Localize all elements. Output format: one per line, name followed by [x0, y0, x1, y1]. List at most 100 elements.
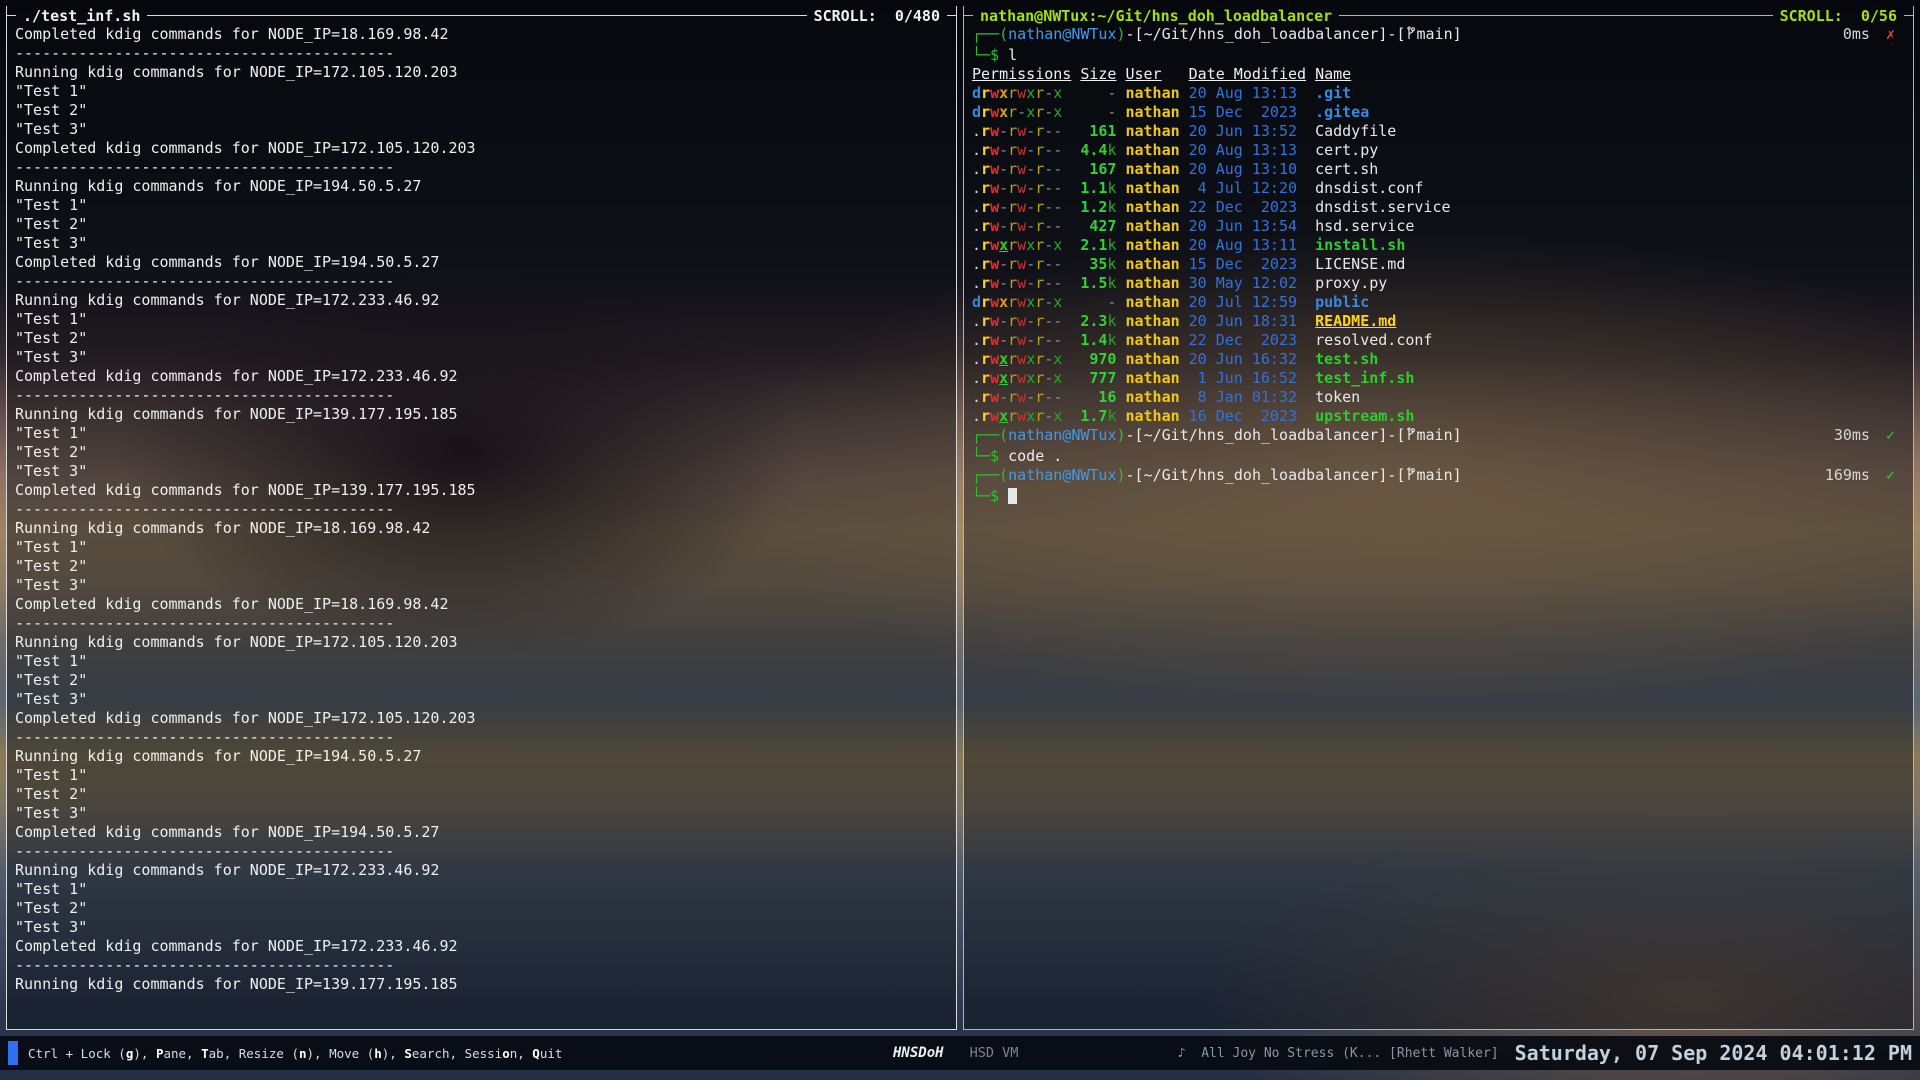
prompt-path: ~/Git/hns_doh_loadbalancer	[1144, 426, 1379, 444]
file-row: .rw-rw-r--1.5knathan30 May 12:02proxy.py	[972, 274, 1905, 293]
pane-test-inf-script[interactable]: ./test_inf.sh SCROLL: 0/480 Completed kd…	[6, 6, 957, 1030]
command-duration: 30ms	[1834, 426, 1870, 444]
tab-hsd-vm[interactable]: HSD VM	[970, 1045, 1019, 1061]
file-name: test_inf.sh	[1315, 369, 1414, 387]
file-owner: nathan	[1125, 331, 1179, 350]
terminal-output-line: "Test 1"	[15, 196, 948, 215]
file-size: 167	[1080, 160, 1116, 179]
now-playing-text: All Joy No Stress (K... [Rhett Walker]	[1201, 1046, 1498, 1061]
file-owner: nathan	[1125, 350, 1179, 369]
status-bar-left: Ctrl + Lock (g), Pane, Tab, Resize (n), …	[8, 1041, 562, 1065]
terminal-output-line: Running kdig commands for NODE_IP=172.23…	[15, 861, 948, 880]
listing-header-row: PermissionsSizeUserDate ModifiedName	[972, 65, 1905, 84]
file-size: 16	[1080, 388, 1116, 407]
file-size: -	[1080, 293, 1116, 312]
terminal-cursor	[1008, 488, 1017, 504]
pane-shell[interactable]: nathan@NWTux:~/Git/hns_doh_loadbalancer …	[963, 6, 1914, 1030]
git-branch-name: main	[1417, 426, 1453, 444]
prompt-line: ┌──(nathan@NWTux)-[~/Git/hns_doh_loadbal…	[972, 466, 1905, 487]
file-owner: nathan	[1125, 388, 1179, 407]
file-name: token	[1315, 388, 1360, 406]
file-permissions: .rw-rw-r--	[972, 198, 1062, 216]
file-date-modified: 16 Dec 2023	[1189, 407, 1306, 426]
terminal-output-line: ----------------------------------------…	[15, 500, 948, 519]
column-header: User	[1125, 65, 1179, 84]
file-date-modified: 20 Jun 16:32	[1189, 350, 1306, 369]
file-date-modified: 20 Aug 13:11	[1189, 236, 1306, 255]
file-name: dnsdist.service	[1315, 198, 1450, 216]
file-row: .rw-rw-r--35knathan15 Dec 2023LICENSE.md	[972, 255, 1905, 274]
file-row: .rw-rw-r--161nathan20 Jun 13:52Caddyfile	[972, 122, 1905, 141]
shell-session: ┌──(nathan@NWTux)-[~/Git/hns_doh_loadbal…	[964, 25, 1913, 1029]
hint-hotkey: S	[404, 1046, 412, 1061]
bottom-margin	[0, 1070, 1920, 1080]
pane-titlebar: ./test_inf.sh SCROLL: 0/480	[7, 6, 956, 25]
failure-x-icon: ✗	[1886, 25, 1895, 43]
column-header: Name	[1315, 65, 1351, 83]
terminal-output-line: ----------------------------------------…	[15, 728, 948, 747]
datetime-display: Saturday, 07 Sep 2024 04:01:12 PM	[1515, 1041, 1912, 1065]
git-branch-icon	[1406, 427, 1416, 447]
prompt-user-host: nathan@NWTux	[1008, 426, 1116, 444]
pane-title: nathan@NWTux:~/Git/hns_doh_loadbalancer	[973, 7, 1339, 25]
file-permissions: .rw-rw-r--	[972, 122, 1062, 140]
typed-command: l	[999, 46, 1017, 64]
file-owner: nathan	[1125, 122, 1179, 141]
border-line	[1339, 15, 1772, 16]
file-name: install.sh	[1315, 236, 1405, 254]
terminal-output-line: ----------------------------------------…	[15, 614, 948, 633]
terminal-output-line: "Test 3"	[15, 234, 948, 253]
terminal-output-line: Running kdig commands for NODE_IP=139.17…	[15, 405, 948, 424]
file-row: .rw-rw-r--1.4knathan22 Dec 2023resolved.…	[972, 331, 1905, 350]
file-date-modified: 22 Dec 2023	[1189, 331, 1306, 350]
terminal-output-line: Completed kdig commands for NODE_IP=172.…	[15, 139, 948, 158]
terminal-output-line: "Test 2"	[15, 899, 948, 918]
file-date-modified: 20 Jun 13:52	[1189, 122, 1306, 141]
file-permissions: .rw-rw-r--	[972, 255, 1062, 273]
terminal-output-line: ----------------------------------------…	[15, 386, 948, 405]
file-size: -	[1080, 84, 1116, 103]
now-playing-widget[interactable]: ♪ All Joy No Stress (K... [Rhett Walker]	[1178, 1046, 1499, 1061]
file-owner: nathan	[1125, 236, 1179, 255]
file-date-modified: 1 Jun 16:52	[1189, 369, 1306, 388]
file-date-modified: 15 Dec 2023	[1189, 103, 1306, 122]
file-owner: nathan	[1125, 141, 1179, 160]
terminal-output-line: Running kdig commands for NODE_IP=139.17…	[15, 975, 948, 994]
terminal-output-line: Running kdig commands for NODE_IP=172.23…	[15, 291, 948, 310]
terminal-output-line: "Test 1"	[15, 652, 948, 671]
file-permissions: .rw-rw-r--	[972, 217, 1062, 235]
file-date-modified: 15 Dec 2023	[1189, 255, 1306, 274]
file-size: 161	[1080, 122, 1116, 141]
tab-hnsdoh[interactable]: HNSDoH	[893, 1045, 944, 1061]
terminal-output-line: "Test 2"	[15, 215, 948, 234]
file-name: upstream.sh	[1315, 407, 1414, 425]
file-name: proxy.py	[1315, 274, 1387, 292]
file-owner: nathan	[1125, 84, 1179, 103]
file-row: drwxrwxr-x-nathan20 Jul 12:59public	[972, 293, 1905, 312]
file-permissions: drwxrwxr-x	[972, 84, 1062, 102]
terminal-output-line: Running kdig commands for NODE_IP=194.50…	[15, 747, 948, 766]
border-segment	[7, 15, 16, 16]
terminal-output-line: "Test 3"	[15, 120, 948, 139]
script-output: Completed kdig commands for NODE_IP=18.1…	[7, 25, 956, 1029]
file-owner: nathan	[1125, 198, 1179, 217]
file-permissions: .rw-rw-r--	[972, 160, 1062, 178]
command-duration: 169ms	[1825, 466, 1870, 484]
file-row: drwxrwxr-x-nathan20 Aug 13:13.git	[972, 84, 1905, 103]
file-name: LICENSE.md	[1315, 255, 1405, 273]
file-row: .rwxrwxr-x777nathan 1 Jun 16:52test_inf.…	[972, 369, 1905, 388]
tab-bar: HNSDoH HSD VM	[893, 1045, 1018, 1061]
file-row: .rw-rw-r--4.4knathan20 Aug 13:13cert.py	[972, 141, 1905, 160]
file-permissions: .rw-rw-r--	[972, 331, 1062, 349]
file-name: cert.sh	[1315, 160, 1378, 178]
prompt-user-host: nathan@NWTux	[1008, 25, 1116, 43]
file-row: .rwxrwxr-x2.1knathan20 Aug 13:11install.…	[972, 236, 1905, 255]
file-date-modified: 20 Jul 12:59	[1189, 293, 1306, 312]
file-row: .rw-rw-r--427nathan20 Jun 13:54hsd.servi…	[972, 217, 1905, 236]
file-permissions: .rw-rw-r--	[972, 312, 1062, 330]
terminal-output-line: "Test 1"	[15, 766, 948, 785]
file-permissions: drwxrwxr-x	[972, 293, 1062, 311]
keybinding-hints[interactable]: Ctrl + Lock (g), Pane, Tab, Resize (n), …	[28, 1046, 562, 1061]
file-owner: nathan	[1125, 160, 1179, 179]
file-size: 2.3k	[1080, 312, 1116, 331]
